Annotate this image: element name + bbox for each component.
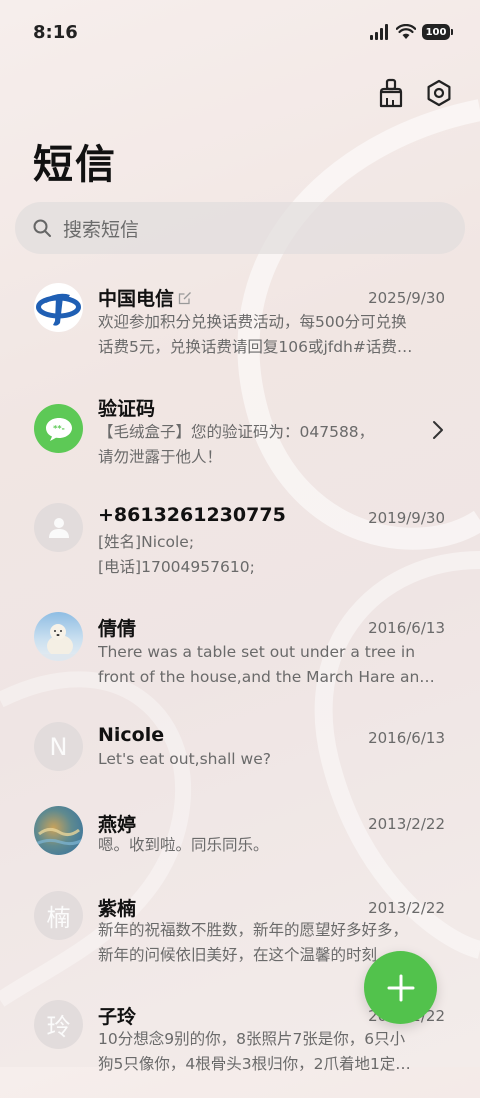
conversation-preview: [姓名]Nicole; [电话]17004957610; (98, 533, 255, 576)
status-bar: 8:16 100 (0, 0, 480, 64)
status-time: 8:16 (33, 22, 78, 43)
clean-broom-icon[interactable] (376, 78, 406, 108)
conversation-preview: 欢迎参加积分兑换话费活动，每500分可兑换 话费5元，兑换话费请回复106或jf… (98, 313, 413, 356)
avatar (34, 503, 83, 552)
conversation-preview: 10分想念9别的你，8张照片7张是你，6只小 狗5只像你，4根骨头3根归你，2爪… (98, 1030, 411, 1073)
chevron-right-icon[interactable] (432, 420, 444, 440)
system-icons: 100 (370, 24, 453, 40)
ocean-photo-icon (35, 827, 83, 846)
avatar (34, 283, 83, 332)
svg-text:**-: **- (53, 424, 65, 433)
conversation-item[interactable]: +8613261230775 2019/9/30 [姓名]Nicole; [电话… (0, 490, 480, 598)
conversation-name: +8613261230775 (98, 504, 286, 526)
conversation-date: 2016/6/13 (368, 619, 445, 637)
person-icon (48, 517, 69, 538)
conversation-name: Nicole (98, 724, 165, 746)
conversation-item[interactable]: 倩倩 2016/6/13 There was a table set out u… (0, 600, 480, 708)
conversation-date: 2016/6/13 (368, 729, 445, 747)
edit-note-icon (178, 291, 191, 304)
conversation-date: 2019/9/30 (368, 509, 445, 527)
signal-icon (370, 24, 388, 40)
avatar: 楠 (34, 891, 83, 940)
search-bar[interactable]: 搜索短信 (15, 202, 465, 254)
conversation-name: 中国电信 (98, 284, 192, 311)
conversation-preview: 嗯。收到啦。同乐同乐。 (98, 836, 269, 854)
avatar: **- (34, 404, 83, 453)
china-telecom-logo-icon (34, 283, 83, 332)
search-icon (33, 219, 51, 237)
conversation-item[interactable]: **- 验证码 【毛绒盒子】您的验证码为：047588， 请勿泄露于他人！ (0, 380, 480, 488)
avatar (34, 612, 83, 661)
conversation-name: 子玲 (98, 1006, 137, 1028)
conversation-name: 倩倩 (98, 618, 137, 640)
conversation-date: 2013/2/22 (368, 815, 445, 833)
conversation-date: 2013/2/22 (368, 899, 445, 917)
new-message-button[interactable] (364, 951, 437, 1024)
conversation-name: 验证码 (98, 398, 156, 420)
conversation-item[interactable]: 中国电信 2025/9/30 欢迎参加积分兑换话费活动，每500分可兑换 话费5… (0, 270, 480, 378)
avatar (34, 806, 83, 855)
conversation-date: 2025/9/30 (368, 289, 445, 307)
avatar: N (34, 722, 83, 771)
conversation-name: 紫楠 (98, 898, 137, 920)
page-title: 短信 (33, 142, 117, 188)
wifi-icon (396, 24, 416, 39)
avatar: 玲 (34, 1000, 83, 1049)
conversation-preview: 【毛绒盒子】您的验证码为：047588， 请勿泄露于他人！ (98, 423, 375, 466)
conversation-preview: Let's eat out,shall we? (98, 750, 271, 768)
search-placeholder: 搜索短信 (63, 218, 140, 241)
message-bubble-icon: **- (45, 417, 72, 441)
conversation-preview: There was a table set out under a tree i… (98, 643, 435, 686)
plus-icon (387, 974, 414, 1001)
polar-bear-photo-icon (34, 624, 83, 661)
battery-indicator: 100 (422, 24, 453, 40)
settings-gear-icon[interactable] (424, 78, 454, 108)
top-actions (376, 78, 454, 108)
